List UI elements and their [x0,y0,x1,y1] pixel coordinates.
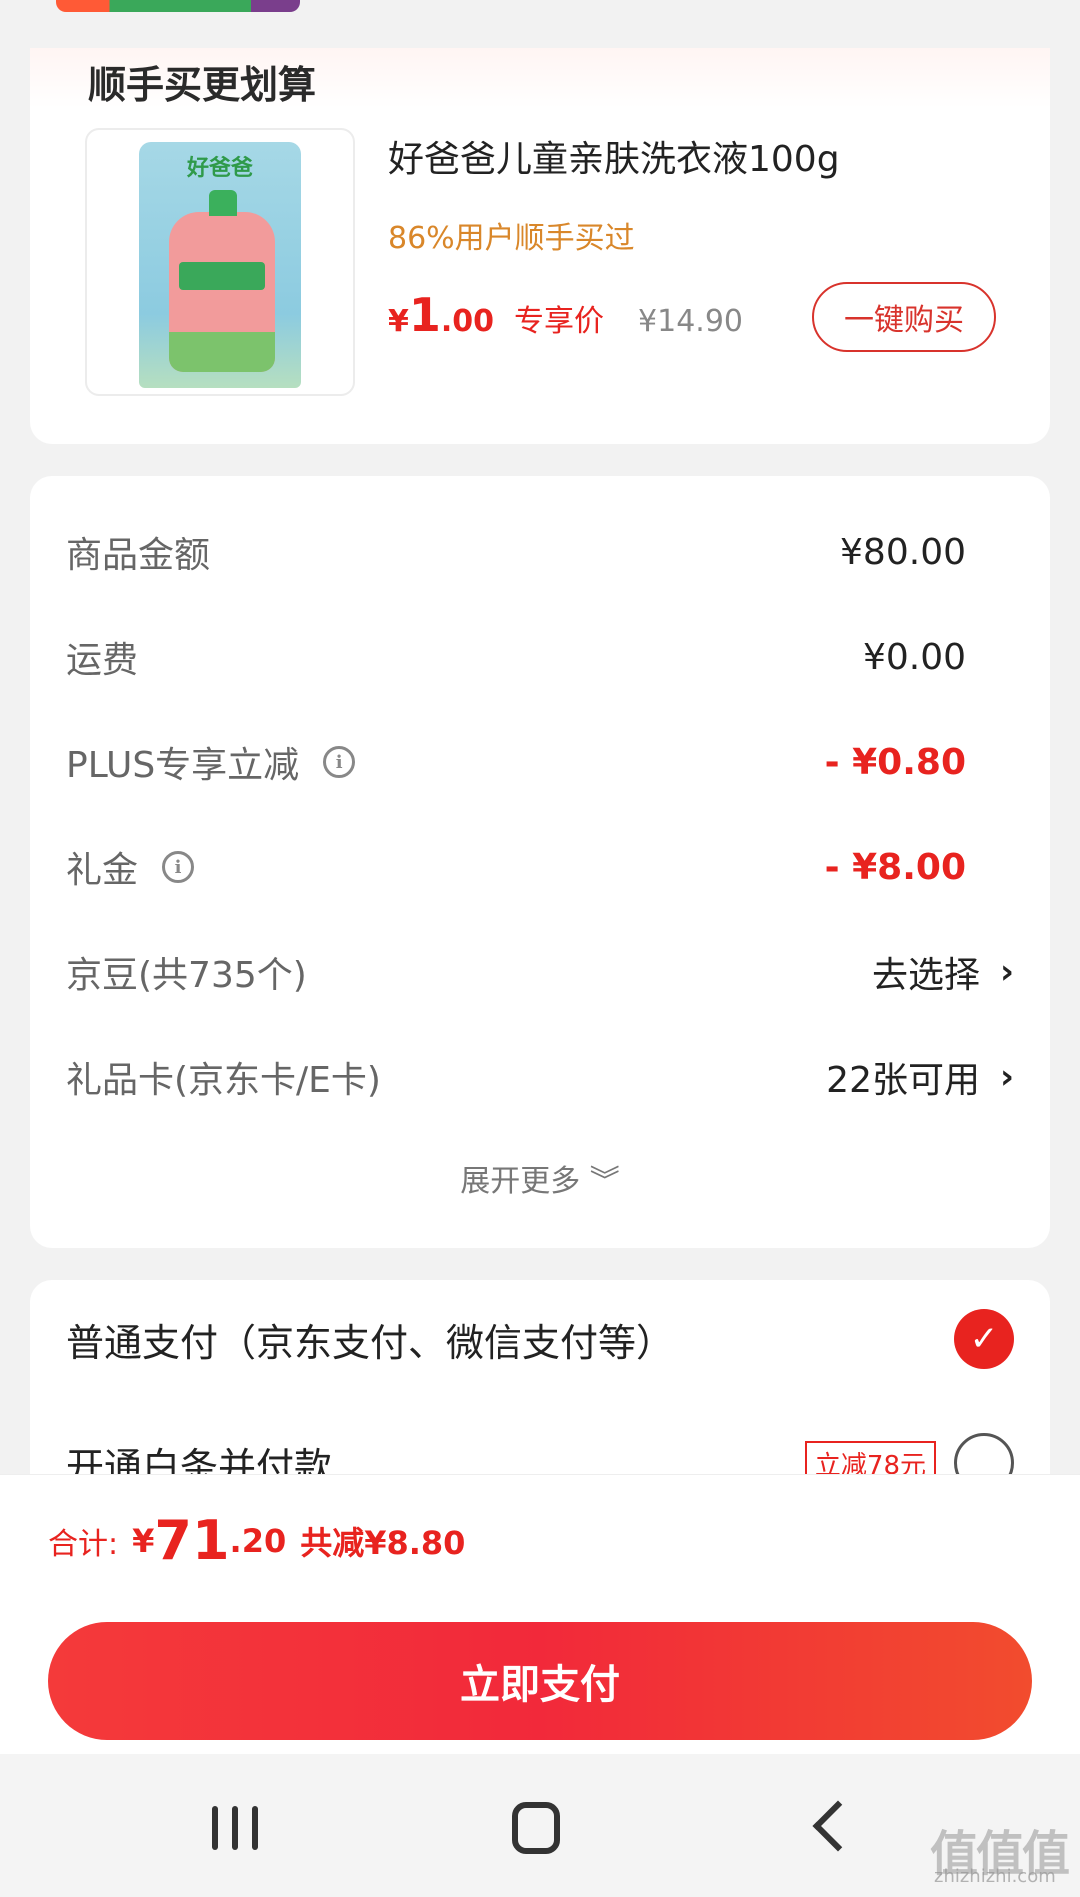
total-integer: 71 [154,1509,230,1572]
info-icon[interactable]: i [162,851,195,883]
fee-value: ¥80.00 [840,531,966,573]
exclusive-price-tag: 专享价 [514,304,605,339]
payment-option-label: 普通支付（京东支付、微信支付等） [66,1320,675,1365]
product-name[interactable]: 好爸爸儿童亲肤洗衣液100g [388,130,840,182]
back-icon[interactable] [812,1800,864,1852]
checked-radio-icon[interactable]: ✓ [954,1309,1014,1369]
top-banner-strip [56,0,300,12]
fee-value: ¥0.00 [862,636,966,678]
jingdou-select-link[interactable]: 去选择 [872,946,980,998]
fee-label: 商品金额 [66,535,211,576]
price-decimal: .00 [440,304,495,339]
fee-row-jingdou[interactable]: 京豆(共735个) 去选择 › [66,942,1014,1002]
price-symbol: ¥ [388,304,409,339]
fee-label: 京豆(共735个) [66,955,307,996]
info-icon[interactable]: i [323,746,356,778]
original-price: ¥14.90 [638,304,744,339]
total-label: 合计: [48,1526,119,1562]
home-icon[interactable] [512,1802,560,1854]
one-click-buy-button[interactable]: 一键购买 [812,282,996,352]
fee-value: - ¥8.00 [824,846,966,888]
detergent-pouch-image: 好爸爸 [139,142,301,388]
payment-option-baitiao[interactable]: 开通白条并付款 立减78元 [66,1428,1014,1480]
chevron-right-icon: › [999,1057,1014,1097]
fee-row-gift-money: 礼金 i - ¥8.00 [66,837,1014,897]
bottle-graphic [169,190,275,372]
fee-row-goods-amount: 商品金额 ¥80.00 [66,522,1014,582]
price-row: ¥ 1 .00 专享价 ¥14.90 [388,288,743,348]
watermark-sub: zhizhizhi.com [934,1866,1056,1887]
fee-label: 运费 [66,640,139,681]
product-image[interactable]: 好爸爸 [85,128,355,396]
payment-option-normal[interactable]: 普通支付（京东支付、微信支付等） ✓ [66,1304,1014,1374]
total-saved: 共减¥8.80 [300,1523,466,1562]
fee-label: PLUS专享立减 [66,745,300,786]
expand-more-link[interactable]: 展开更多 ︾ [30,1156,1050,1200]
buy-together-card: 顺手买更划算 好爸爸 好爸爸儿童亲肤洗衣液100g 86%用户顺手买过 ¥ 1 … [30,48,1050,444]
unchecked-radio-icon[interactable] [954,1433,1014,1480]
chevron-right-icon: › [999,952,1014,992]
system-nav-bar [0,1754,1080,1897]
total-decimal: .20 [229,1521,287,1560]
gift-card-available-link[interactable]: 22张可用 [826,1051,980,1103]
fees-card: 商品金额 ¥80.00 运费 ¥0.00 PLUS专享立减 i - ¥0.80 … [30,476,1050,1248]
fee-row-shipping: 运费 ¥0.00 [66,627,1014,687]
fee-label: 礼金 [66,850,139,891]
bought-rate: 86%用户顺手买过 [388,221,635,256]
recent-apps-icon[interactable] [212,1806,258,1850]
fee-value: - ¥0.80 [824,741,966,783]
payment-method-card: 普通支付（京东支付、微信支付等） ✓ 开通白条并付款 立减78元 [30,1280,1050,1480]
pay-now-button[interactable]: 立即支付 [48,1622,1032,1740]
buy-together-title: 顺手买更划算 [88,63,317,107]
fee-row-gift-card[interactable]: 礼品卡(京东卡/E卡) 22张可用 › [66,1047,1014,1107]
price-integer: 1 [408,288,441,342]
pay-button-area: 立即支付 [0,1606,1080,1754]
fee-label: 礼品卡(京东卡/E卡) [66,1060,381,1101]
order-summary-bar: 合计: ¥ 71 .20 共减¥8.80 [0,1474,1080,1606]
total-symbol: ¥ [132,1521,155,1560]
pouch-brand: 好爸爸 [186,156,253,181]
fee-row-plus-discount: PLUS专享立减 i - ¥0.80 [66,732,1014,792]
